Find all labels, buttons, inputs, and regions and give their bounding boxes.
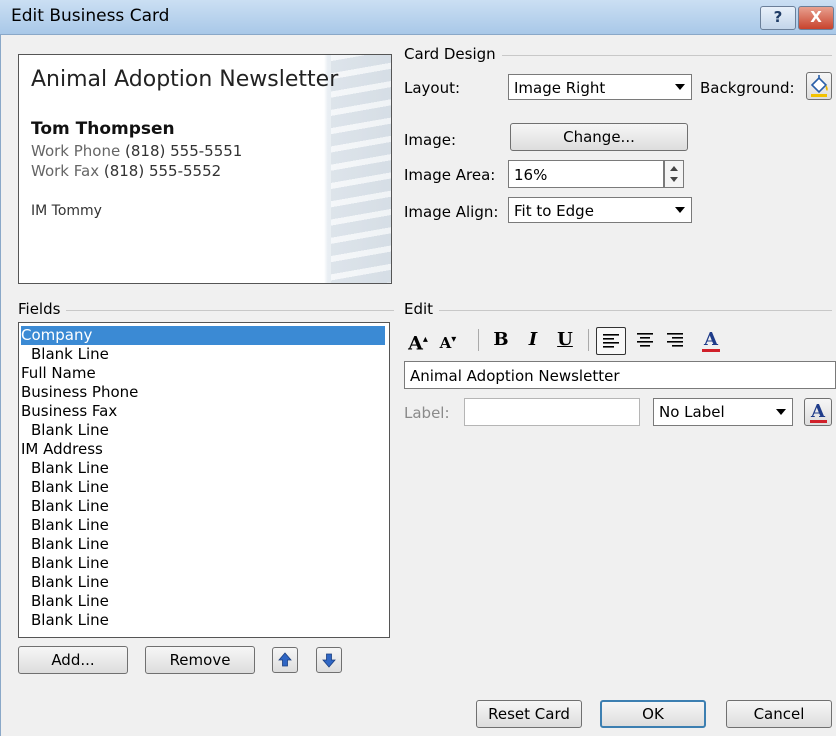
- bold-button[interactable]: B: [488, 327, 514, 355]
- list-item[interactable]: Blank Line: [31, 573, 109, 592]
- font-color-label: A: [704, 329, 718, 350]
- label-color-bar: [810, 420, 827, 423]
- edit-divider: [404, 310, 832, 311]
- label-color-label: A: [811, 401, 825, 422]
- cancel-button[interactable]: Cancel: [726, 700, 832, 728]
- help-button[interactable]: ?: [760, 6, 796, 30]
- chevron-down-icon: [675, 207, 685, 213]
- ok-button[interactable]: OK: [600, 700, 706, 728]
- grow-font-button[interactable]: A▴: [404, 327, 432, 355]
- background-button[interactable]: [806, 72, 832, 100]
- layout-value: Image Right: [514, 79, 606, 97]
- card-work-fax: Work Fax (818) 555-5552: [31, 162, 221, 180]
- card-work-fax-value: (818) 555-5552: [103, 162, 222, 180]
- move-up-button[interactable]: [272, 647, 298, 673]
- list-item[interactable]: Blank Line: [31, 592, 109, 611]
- chevron-down-icon: [776, 409, 786, 415]
- align-right-icon: [667, 333, 683, 347]
- list-item[interactable]: Blank Line: [31, 516, 109, 535]
- align-left-icon: [603, 334, 619, 348]
- card-preview: Animal Adoption Newsletter Tom Thompsen …: [18, 54, 392, 284]
- remove-field-button[interactable]: Remove: [145, 646, 255, 674]
- layout-label: Layout:: [404, 79, 461, 97]
- list-item[interactable]: Blank Line: [31, 611, 109, 630]
- image-area-input[interactable]: 16%: [508, 160, 664, 188]
- arrow-up-icon: [278, 652, 292, 667]
- toolbar-separator: [478, 329, 479, 351]
- layout-dropdown[interactable]: Image Right: [508, 74, 692, 100]
- edit-label: Edit: [404, 300, 440, 318]
- list-item[interactable]: Blank Line: [31, 478, 109, 497]
- list-item[interactable]: Blank Line: [31, 535, 109, 554]
- list-item[interactable]: Blank Line: [31, 459, 109, 478]
- label-position-dropdown[interactable]: No Label: [653, 398, 793, 426]
- card-work-phone-value: (818) 555-5551: [125, 142, 243, 160]
- card-work-phone-label: Work Phone: [31, 142, 121, 160]
- list-item[interactable]: IM Address: [21, 440, 103, 459]
- edit-business-card-dialog: Edit Business Card ? X Animal Adoption N…: [0, 0, 836, 736]
- list-item[interactable]: Business Fax: [21, 402, 117, 421]
- reset-card-button[interactable]: Reset Card: [476, 700, 582, 728]
- shrink-font-button[interactable]: A▾: [434, 327, 462, 355]
- toolbar-separator: [588, 329, 589, 351]
- image-align-value: Fit to Edge: [514, 202, 594, 220]
- card-image: [331, 55, 391, 283]
- fields-label: Fields: [18, 300, 67, 318]
- list-item[interactable]: Blank Line: [31, 421, 109, 440]
- paint-bucket-icon: [810, 75, 828, 97]
- font-color-bar: [702, 349, 720, 352]
- list-item[interactable]: Blank Line: [31, 554, 109, 573]
- window-border: [0, 34, 1, 736]
- window-title: Edit Business Card: [11, 6, 170, 26]
- close-button[interactable]: X: [798, 6, 834, 30]
- align-left-button[interactable]: [596, 327, 626, 355]
- arrow-down-icon: [322, 653, 336, 668]
- align-right-button[interactable]: [662, 327, 688, 355]
- image-area-label: Image Area:: [404, 166, 496, 184]
- background-label: Background:: [700, 79, 795, 97]
- title-bar: Edit Business Card ? X: [0, 0, 836, 35]
- label-color-button[interactable]: A: [804, 398, 832, 426]
- font-color-button[interactable]: A: [698, 327, 724, 355]
- change-image-button[interactable]: Change...: [510, 123, 688, 151]
- fields-divider: [18, 310, 394, 311]
- add-field-button[interactable]: Add...: [18, 646, 128, 674]
- card-work-phone: Work Phone (818) 555-5551: [31, 142, 242, 160]
- align-center-button[interactable]: [632, 327, 658, 355]
- spin-up-icon[interactable]: [670, 166, 678, 171]
- list-item[interactable]: Blank Line: [31, 345, 109, 364]
- card-name: Tom Thompsen: [31, 119, 175, 139]
- card-company: Animal Adoption Newsletter: [31, 67, 339, 92]
- field-text-input[interactable]: Animal Adoption Newsletter: [404, 361, 836, 389]
- list-item[interactable]: Blank Line: [31, 497, 109, 516]
- card-work-fax-label: Work Fax: [31, 162, 100, 180]
- italic-button[interactable]: I: [520, 327, 546, 355]
- grow-font-label: A: [408, 332, 423, 355]
- field-text-value: Animal Adoption Newsletter: [410, 367, 620, 385]
- card-design-label: Card Design: [404, 45, 502, 63]
- list-item[interactable]: Company: [21, 326, 385, 345]
- image-align-dropdown[interactable]: Fit to Edge: [508, 197, 692, 223]
- align-center-icon: [637, 333, 653, 347]
- move-down-button[interactable]: [316, 647, 342, 673]
- list-item[interactable]: Business Phone: [21, 383, 138, 402]
- shrink-font-label: A: [439, 334, 452, 352]
- image-label: Image:: [404, 131, 457, 149]
- fields-list[interactable]: Company Blank Line Full Name Business Ph…: [18, 322, 390, 638]
- label-position-value: No Label: [659, 403, 725, 421]
- list-item[interactable]: Full Name: [21, 364, 96, 383]
- image-area-spinner[interactable]: [664, 160, 684, 188]
- image-align-label: Image Align:: [404, 203, 499, 221]
- label-input[interactable]: [464, 398, 640, 426]
- image-area-value: 16%: [514, 166, 548, 184]
- card-im: IM Tommy: [31, 203, 102, 219]
- spin-down-icon[interactable]: [670, 177, 678, 182]
- chevron-down-icon: [675, 84, 685, 90]
- label-caption: Label:: [404, 404, 450, 422]
- underline-button[interactable]: U: [552, 327, 578, 355]
